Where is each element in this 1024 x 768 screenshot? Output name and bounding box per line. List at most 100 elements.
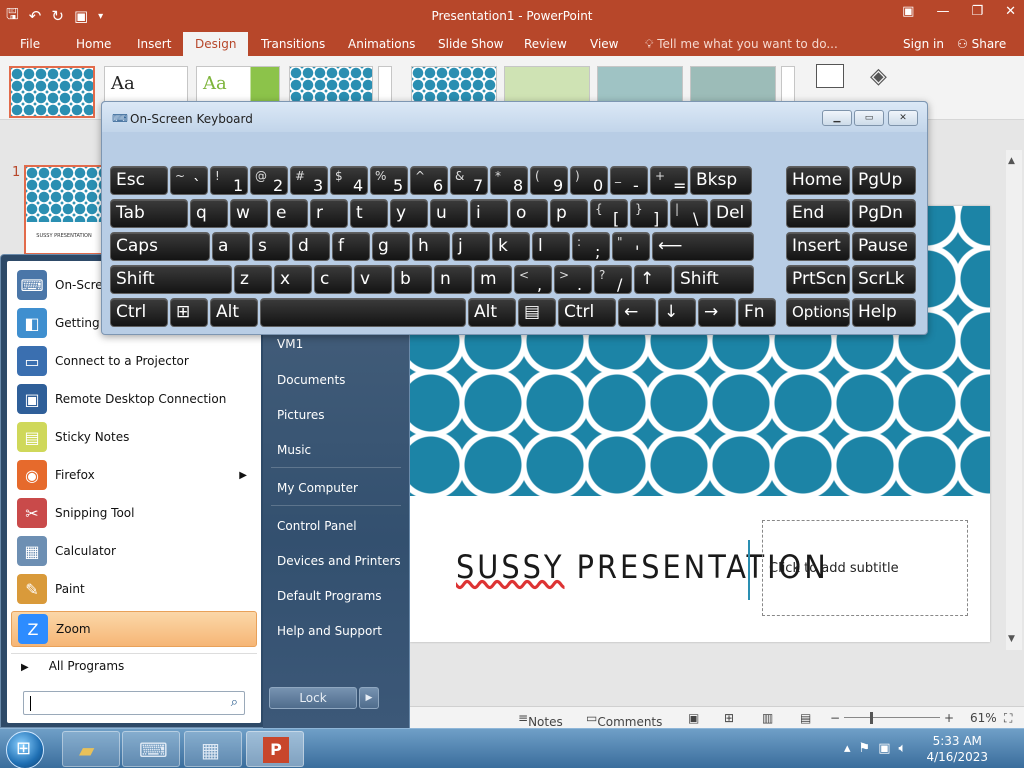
key-alt[interactable]: Alt <box>468 298 516 327</box>
key-u[interactable]: u <box>430 199 468 228</box>
key-r0c12[interactable]: _ - <box>610 166 648 195</box>
zoom-slider-handle[interactable] <box>870 712 873 724</box>
key-scrlk[interactable]: ScrLk <box>852 265 916 294</box>
key-↓[interactable]: ↓ <box>658 298 696 327</box>
key-bksp[interactable]: Bksp <box>690 166 752 195</box>
key-help[interactable]: Help <box>852 298 916 327</box>
close-icon[interactable]: ✕ <box>888 110 918 126</box>
start-link-control-panel[interactable]: Control Panel <box>277 519 357 533</box>
key-x[interactable]: x <box>274 265 312 294</box>
notes-button[interactable]: ≡ Notes <box>518 711 563 729</box>
key-f[interactable]: f <box>332 232 370 261</box>
start-program-projector[interactable]: ▭ Connect to a Projector <box>11 343 257 379</box>
powerpoint-taskbar-button[interactable]: P <box>246 731 304 767</box>
tab-home[interactable]: Home <box>76 37 111 51</box>
key-⊞[interactable]: ⊞ <box>170 298 208 327</box>
start-search-input[interactable]: ⌕ <box>23 691 245 715</box>
key-s[interactable]: s <box>252 232 290 261</box>
key-→[interactable]: → <box>698 298 736 327</box>
key-w[interactable]: w <box>230 199 268 228</box>
key-r1c12[interactable]: }] <box>630 199 668 228</box>
key-r0c13[interactable]: + = <box>650 166 688 195</box>
key-a[interactable]: a <box>212 232 250 261</box>
clock[interactable]: 5:33 AM 4/16/2023 <box>926 733 988 765</box>
osk-title-bar[interactable]: ⌨ On-Screen Keyboard ▁ ▭ ✕ <box>102 102 927 132</box>
scroll-down-icon[interactable]: ▼ <box>1008 634 1015 644</box>
key-prtscn[interactable]: PrtScn <box>786 265 850 294</box>
key-r0c3[interactable]: @2 <box>250 166 288 195</box>
key-r0c7[interactable]: ^ 6 <box>410 166 448 195</box>
key-e[interactable]: e <box>270 199 308 228</box>
key-r3c8[interactable]: <, <box>514 265 552 294</box>
network-icon[interactable]: ▣ <box>878 741 890 756</box>
osk-taskbar-button[interactable]: ⌨ <box>122 731 180 767</box>
key-⟵[interactable]: ⟵ <box>652 232 754 261</box>
key-r1c11[interactable]: {[ <box>590 199 628 228</box>
key-r0c4[interactable]: #3 <box>290 166 328 195</box>
key-r0c5[interactable]: $4 <box>330 166 368 195</box>
vertical-scrollbar[interactable]: ▲ ▼ <box>1006 150 1022 650</box>
format-background-icon[interactable]: ◈ <box>870 64 887 89</box>
key-r0c10[interactable]: (9 <box>530 166 568 195</box>
key-r1c13[interactable]: | \ <box>670 199 708 228</box>
key-l[interactable]: l <box>532 232 570 261</box>
key-pgdn[interactable]: PgDn <box>852 199 916 228</box>
key-pgup[interactable]: PgUp <box>852 166 916 195</box>
key-r0c2[interactable]: ! 1 <box>210 166 248 195</box>
subtitle-placeholder[interactable]: Click to add subtitle <box>762 520 968 616</box>
tab-slide-show[interactable]: Slide Show <box>438 37 503 51</box>
key-c[interactable]: c <box>314 265 352 294</box>
comments-button[interactable]: ▭ Comments <box>586 711 662 729</box>
key-options[interactable]: Options <box>786 298 850 327</box>
lock-button[interactable]: Lock <box>269 687 357 709</box>
key-pause[interactable]: Pause <box>852 232 916 261</box>
start-program-zoom[interactable]: Z Zoom <box>11 611 257 647</box>
start-link-pictures[interactable]: Pictures <box>277 408 325 422</box>
key-t[interactable]: t <box>350 199 388 228</box>
start-program-paint[interactable]: ✎ Paint <box>11 571 257 607</box>
sign-in-link[interactable]: Sign in <box>903 37 944 51</box>
tab-insert[interactable]: Insert <box>137 37 171 51</box>
slide-thumbnail[interactable]: SUSSY PRESENTATION <box>24 165 104 255</box>
key-m[interactable]: m <box>474 265 512 294</box>
tab-transitions[interactable]: Transitions <box>261 37 325 51</box>
show-hidden-icons[interactable]: ▴ <box>844 741 851 756</box>
key-i[interactable]: i <box>470 199 508 228</box>
key-space[interactable] <box>260 298 466 327</box>
restore-icon[interactable]: ▭ <box>854 110 884 126</box>
start-program-sticky-notes[interactable]: ▤ Sticky Notes <box>11 419 257 455</box>
restore-icon[interactable]: ❐ <box>971 4 983 19</box>
control-panel-taskbar-button[interactable]: ▦ <box>184 731 242 767</box>
start-link-vm1[interactable]: VM1 <box>277 337 303 351</box>
key-tab[interactable]: Tab <box>110 199 188 228</box>
key-b[interactable]: b <box>394 265 432 294</box>
key-g[interactable]: g <box>372 232 410 261</box>
key-r0c6[interactable]: % 5 <box>370 166 408 195</box>
tab-view[interactable]: View <box>590 37 618 51</box>
reading-view-icon[interactable]: ▥ <box>762 711 773 725</box>
start-link-devices-and-printers[interactable]: Devices and Printers <box>277 554 401 568</box>
start-link-my-computer[interactable]: My Computer <box>277 481 358 495</box>
tab-file[interactable]: File <box>20 37 40 51</box>
start-program-remote-desktop[interactable]: ▣ Remote Desktop Connection <box>11 381 257 417</box>
theme-thumbnail-1[interactable] <box>9 66 95 118</box>
key-▤[interactable]: ▤ <box>518 298 556 327</box>
zoom-out-button[interactable]: − <box>830 711 840 725</box>
key-h[interactable]: h <box>412 232 450 261</box>
zoom-slider[interactable] <box>844 717 940 718</box>
key-ctrl[interactable]: Ctrl <box>110 298 168 327</box>
start-program-firefox[interactable]: ◉ Firefox ▶ <box>11 457 257 493</box>
key-←[interactable]: ← <box>618 298 656 327</box>
slideshow-view-icon[interactable]: ▤ <box>800 711 811 725</box>
key-r[interactable]: r <box>310 199 348 228</box>
tab-animations[interactable]: Animations <box>348 37 415 51</box>
scroll-up-icon[interactable]: ▲ <box>1008 156 1015 166</box>
key-r0c11[interactable]: ) 0 <box>570 166 608 195</box>
minimize-icon[interactable]: ▁ <box>822 110 852 126</box>
key-↑[interactable]: ↑ <box>634 265 672 294</box>
tab-review[interactable]: Review <box>524 37 567 51</box>
key-r2c10[interactable]: :; <box>572 232 610 261</box>
on-screen-keyboard[interactable]: ⌨ On-Screen Keyboard ▁ ▭ ✕ Esc ~ `! 1 @2 #3 $4… <box>101 101 928 335</box>
key-alt[interactable]: Alt <box>210 298 258 327</box>
key-insert[interactable]: Insert <box>786 232 850 261</box>
